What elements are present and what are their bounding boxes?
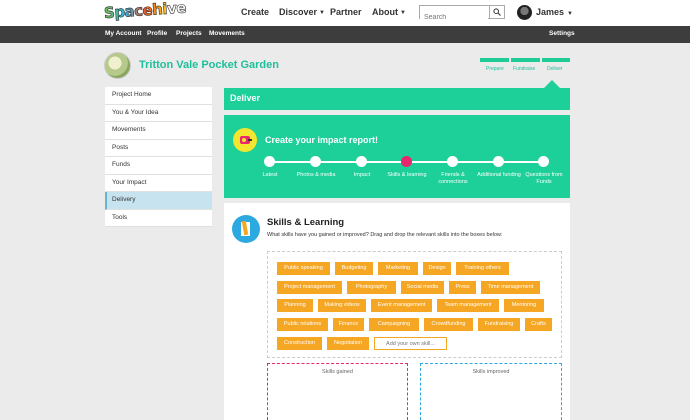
stage-label-prepare[interactable]: Prepare xyxy=(486,66,504,72)
step-dot-questions-funds[interactable] xyxy=(538,156,549,167)
search-icon xyxy=(493,8,501,16)
search-button[interactable] xyxy=(489,6,504,18)
skill-tag[interactable]: Project management xyxy=(277,281,342,294)
stage-bar-fundraise xyxy=(511,58,540,62)
sidebar-item-movements[interactable]: Movements xyxy=(105,122,212,140)
step-label-photos-media[interactable]: Photos & media xyxy=(291,172,341,179)
stage-bar-prepare xyxy=(480,58,509,62)
skill-tag[interactable]: Crowdfunding xyxy=(424,318,473,331)
step-dot-photos-media[interactable] xyxy=(310,156,321,167)
skill-tag[interactable]: Crafts xyxy=(525,318,552,331)
user-menu[interactable]: James ▼ xyxy=(536,7,573,17)
skills-instructions: What skills have you gained or improved?… xyxy=(267,232,503,238)
step-label-skills-learning[interactable]: Skills & learning xyxy=(382,172,432,179)
deliver-heading: Deliver xyxy=(230,93,261,103)
skill-tag[interactable]: Planning xyxy=(277,299,313,312)
search-input[interactable] xyxy=(420,11,488,24)
sidebar-item-tools[interactable]: Tools xyxy=(105,209,212,227)
stage-bar-deliver xyxy=(542,58,570,62)
skill-tag[interactable]: Press xyxy=(449,281,476,294)
subnav-movements[interactable]: Movements xyxy=(209,30,245,37)
skills-title: Skills & Learning xyxy=(267,217,345,228)
skills-gained-label: Skills gained xyxy=(322,369,353,375)
step-dot-friends-connections[interactable] xyxy=(447,156,458,167)
skill-tag[interactable]: Social media xyxy=(401,281,444,294)
skill-tag[interactable]: Marketing xyxy=(378,262,418,275)
step-label-latest[interactable]: Latest xyxy=(245,172,295,179)
skill-tag[interactable]: Event management xyxy=(371,299,432,312)
step-dot-impact[interactable] xyxy=(356,156,367,167)
subnav-my-account[interactable]: My Account xyxy=(105,30,142,37)
sidebar-item-project-home[interactable]: Project Home xyxy=(105,87,212,105)
skill-tag[interactable]: Training others xyxy=(456,262,509,275)
step-dot-latest[interactable] xyxy=(264,156,275,167)
sidebar-item-you-and-your-idea[interactable]: You & Your Idea xyxy=(105,104,212,122)
project-image xyxy=(104,52,131,79)
project-sidebar: Project Home You & Your Idea Movements P… xyxy=(105,87,212,227)
step-dot-additional-funding[interactable] xyxy=(493,156,504,167)
chevron-down-icon: ▼ xyxy=(567,11,573,17)
chevron-down-icon: ▼ xyxy=(400,10,406,16)
skills-improved-label: Skills improved xyxy=(472,369,510,375)
skills-learning-card: Skills & Learning What skills have you g… xyxy=(224,203,570,420)
chevron-down-icon: ▼ xyxy=(319,10,325,16)
skill-tag[interactable]: Photography xyxy=(347,281,396,294)
skill-tag[interactable]: Construction xyxy=(277,337,322,350)
sidebar-item-your-impact[interactable]: Your Impact xyxy=(105,174,212,192)
skills-pool: Public speaking Budgeting Marketing Desi… xyxy=(267,251,562,358)
step-label-impact[interactable]: Impact xyxy=(337,172,387,179)
skill-tag[interactable]: Team management xyxy=(437,299,499,312)
subnav-projects[interactable]: Projects xyxy=(176,30,202,37)
subnav-settings[interactable]: Settings xyxy=(549,30,575,37)
step-label-additional-funding[interactable]: Additional funding xyxy=(474,172,524,179)
skill-tag[interactable]: Time management xyxy=(481,281,540,294)
step-label-questions-funds[interactable]: Questions from Funds xyxy=(519,172,569,186)
skill-tag[interactable]: Design xyxy=(423,262,451,275)
nav-discover[interactable]: Discover ▼ xyxy=(279,7,325,17)
sidebar-item-delivery[interactable]: Delivery xyxy=(105,192,212,210)
nav-partner[interactable]: Partner xyxy=(330,7,362,17)
impact-report-panel: Create your impact report! Latest Photos… xyxy=(224,115,570,198)
deliver-pointer xyxy=(544,80,560,88)
top-nav: Spacehive Create Discover ▼ Partner About… xyxy=(0,0,690,26)
spacehive-logo[interactable]: Spacehive xyxy=(103,0,187,22)
skill-tag[interactable]: Public relations xyxy=(277,318,328,331)
sidebar-item-funds[interactable]: Funds xyxy=(105,157,212,175)
skill-tag[interactable]: Mentoring xyxy=(504,299,544,312)
deliver-header: Deliver xyxy=(224,88,570,110)
skill-tag[interactable]: Fundraising xyxy=(478,318,520,331)
skill-tag[interactable]: Making videos xyxy=(318,299,366,312)
project-title[interactable]: Tritton Vale Pocket Garden xyxy=(139,59,279,71)
pencil-icon xyxy=(232,215,260,243)
stage-label-fundraise[interactable]: Fundraise xyxy=(513,66,535,72)
impact-title: Create your impact report! xyxy=(265,135,379,145)
add-skill-input[interactable] xyxy=(374,337,447,350)
skill-tag[interactable]: Public speaking xyxy=(277,262,330,275)
skill-tag[interactable]: Negotiation xyxy=(327,337,369,350)
step-dot-skills-learning[interactable] xyxy=(401,156,412,167)
account-subnav: My Account Profile Projects Movements Se… xyxy=(0,26,690,43)
skills-improved-dropzone[interactable]: Skills improved xyxy=(420,363,562,420)
step-label-friends-connections[interactable]: Friends & connections xyxy=(428,172,478,186)
avatar[interactable] xyxy=(517,5,532,20)
search-box xyxy=(419,5,505,24)
skills-gained-dropzone[interactable]: Skills gained xyxy=(267,363,408,420)
skill-tag[interactable]: Finance xyxy=(333,318,364,331)
stage-label-deliver[interactable]: Deliver xyxy=(547,66,563,72)
skill-tag[interactable]: Campaigning xyxy=(369,318,419,331)
nav-create[interactable]: Create xyxy=(241,7,269,17)
subnav-profile[interactable]: Profile xyxy=(147,30,167,37)
tape-measure-icon xyxy=(233,128,257,152)
skill-tag[interactable]: Budgeting xyxy=(335,262,373,275)
nav-about[interactable]: About ▼ xyxy=(372,7,406,17)
sidebar-item-posts[interactable]: Posts xyxy=(105,139,212,157)
